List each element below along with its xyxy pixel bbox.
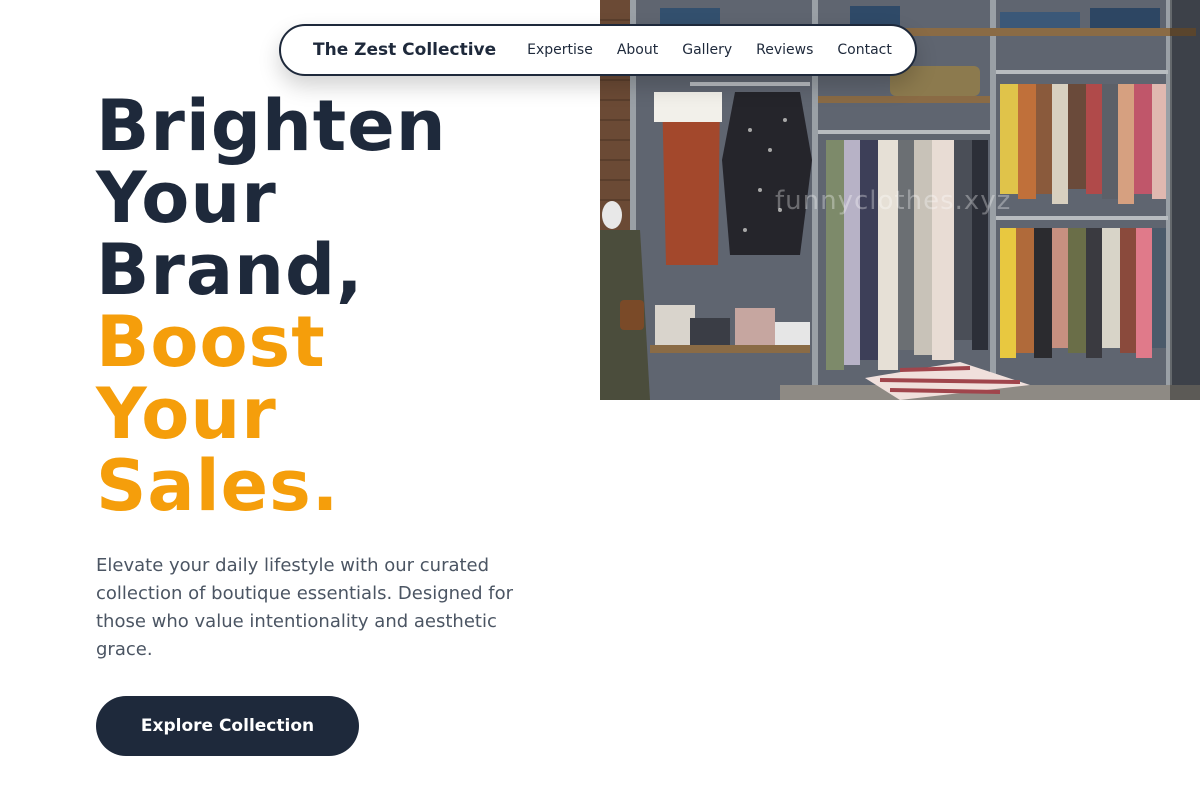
image-watermark: funnyclothes.xyz xyxy=(775,186,1012,216)
landing-page: funnyclothes.xyz The Zest Collective Exp… xyxy=(0,0,1200,800)
nav-link-reviews[interactable]: Reviews xyxy=(756,42,813,58)
hero-description: Elevate your daily lifestyle with our cu… xyxy=(96,555,514,660)
brand-logo[interactable]: The Zest Collective xyxy=(313,40,496,60)
explore-collection-button[interactable]: Explore Collection xyxy=(96,696,359,756)
headline-accent-line: Boost xyxy=(96,301,326,383)
nav-link-expertise[interactable]: Expertise xyxy=(527,42,593,58)
headline-line: Your xyxy=(96,157,277,239)
headline-accent-line: Your xyxy=(96,373,277,455)
nav-link-gallery[interactable]: Gallery xyxy=(682,42,732,58)
hero-headline: Brighten Your Brand, Boost Your Sales. xyxy=(96,90,447,522)
headline-line: Brighten xyxy=(96,85,447,167)
nav-link-about[interactable]: About xyxy=(617,42,658,58)
headline-accent-line: Sales. xyxy=(96,445,340,527)
navbar: The Zest Collective Expertise About Gall… xyxy=(279,24,917,76)
nav-links: Expertise About Gallery Reviews Contact xyxy=(527,42,892,58)
headline-line: Brand, xyxy=(96,229,364,311)
nav-link-contact[interactable]: Contact xyxy=(837,42,891,58)
